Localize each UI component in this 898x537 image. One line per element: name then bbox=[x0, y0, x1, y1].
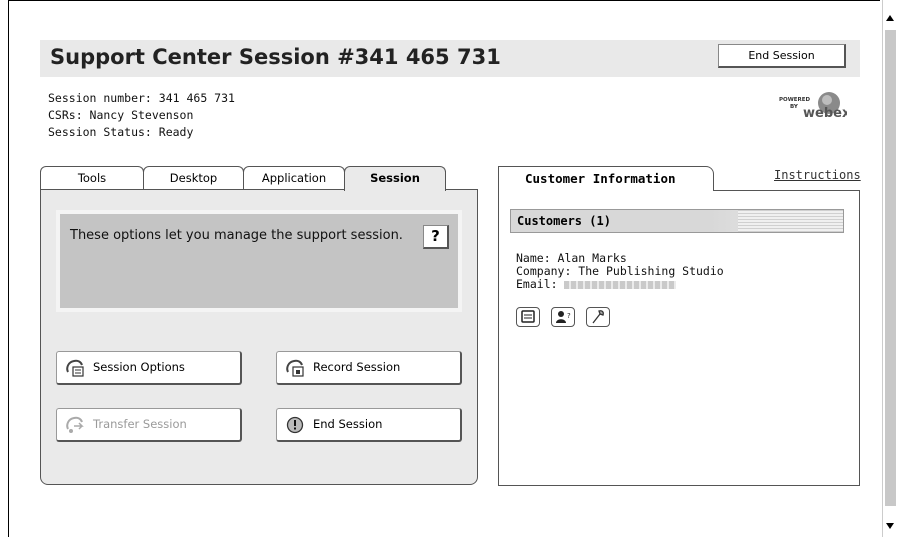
session-status: Session Status: Ready bbox=[48, 125, 194, 139]
end-session-icon bbox=[286, 416, 304, 434]
csrs-label: CSRs: Nancy Stevenson bbox=[48, 108, 194, 122]
tab-application[interactable]: Application bbox=[243, 166, 345, 190]
end-session-top-button[interactable]: End Session bbox=[718, 44, 846, 68]
end-session-label: End Session bbox=[313, 417, 383, 431]
session-number: Session number: 341 465 731 bbox=[48, 91, 235, 105]
tab-customer-information[interactable]: Customer Information bbox=[498, 166, 714, 191]
record-session-button[interactable]: Record Session bbox=[276, 351, 462, 385]
wrench-icon[interactable] bbox=[586, 307, 610, 327]
record-session-label: Record Session bbox=[313, 360, 401, 374]
session-description: These options let you manage the support… bbox=[70, 228, 403, 243]
logo-brand: webex bbox=[803, 106, 847, 121]
customer-panel bbox=[498, 190, 860, 486]
logo-powered: POWERED bbox=[779, 97, 811, 103]
webex-logo-icon: POWERED BY webex bbox=[779, 92, 847, 121]
header-stripes bbox=[738, 210, 843, 232]
transfer-session-icon bbox=[66, 416, 84, 433]
help-button[interactable]: ? bbox=[423, 225, 449, 249]
tab-desktop[interactable]: Desktop bbox=[143, 166, 244, 190]
customer-details: Name: Alan Marks Company: The Publishing… bbox=[516, 252, 724, 291]
session-options-label: Session Options bbox=[93, 360, 185, 374]
email-redacted bbox=[564, 280, 677, 289]
email-label: Email: bbox=[516, 277, 558, 291]
logo-by: BY bbox=[790, 104, 799, 110]
instructions-link[interactable]: Instructions bbox=[774, 168, 861, 182]
scroll-down-arrow-icon[interactable] bbox=[884, 520, 896, 532]
svg-text:?: ? bbox=[567, 312, 571, 320]
tab-session[interactable]: Session bbox=[344, 166, 446, 191]
record-session-icon bbox=[286, 359, 304, 377]
scrollbar-thumb[interactable] bbox=[885, 30, 896, 506]
end-session-button[interactable]: End Session bbox=[276, 408, 462, 442]
transfer-session-label: Transfer Session bbox=[93, 417, 187, 431]
transfer-session-button[interactable]: Transfer Session bbox=[56, 408, 242, 442]
scroll-up-arrow-icon[interactable] bbox=[884, 12, 896, 24]
user-info-icon[interactable]: ? bbox=[551, 307, 575, 327]
description-box bbox=[56, 210, 462, 312]
session-info: Session number: 341 465 731 CSRs: Nancy … bbox=[48, 90, 235, 141]
page-title: Support Center Session #341 465 731 bbox=[50, 45, 501, 69]
computer-icon[interactable] bbox=[516, 307, 540, 327]
customer-email: Email: bbox=[516, 278, 724, 291]
session-options-icon bbox=[66, 359, 84, 377]
tab-tools[interactable]: Tools bbox=[40, 166, 144, 190]
session-options-button[interactable]: Session Options bbox=[56, 351, 242, 385]
